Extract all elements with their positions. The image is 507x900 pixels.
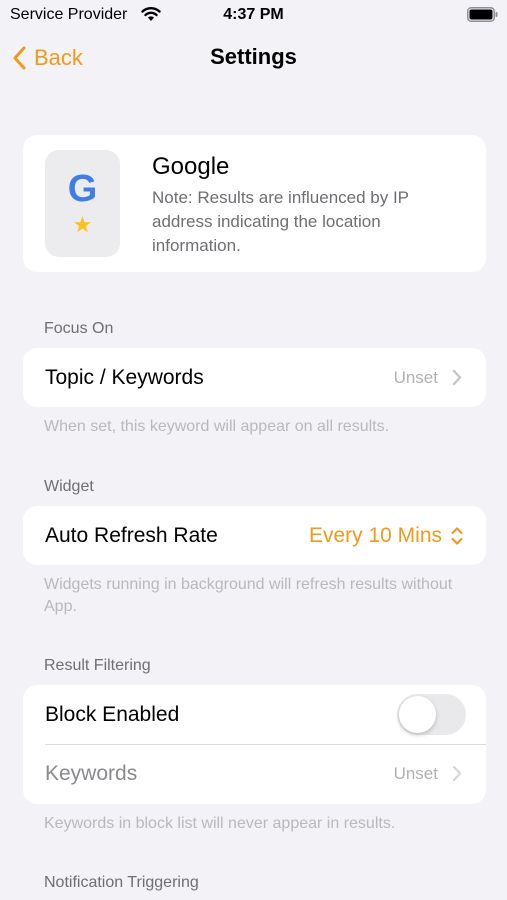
star-icon: ★ (72, 212, 93, 237)
result-filtering-group: Block Enabled Keywords Unset (23, 685, 486, 804)
block-enabled-label: Block Enabled (45, 702, 180, 726)
chevron-right-icon (452, 765, 462, 782)
auto-refresh-value[interactable]: Every 10 Mins (309, 524, 442, 548)
engine-note: Note: Results are influenced by IP addre… (152, 188, 409, 255)
chevron-up-down-icon (451, 527, 463, 545)
topic-keywords-row[interactable]: Topic / Keywords Unset (23, 348, 486, 407)
search-engine-card[interactable]: G ★ Google Note: Results are influenced … (23, 135, 486, 272)
topic-keywords-value: Unset (393, 367, 438, 387)
result-filtering-footer: Keywords in block list will never appear… (44, 815, 396, 832)
status-bar: Service Provider 4:37 PM (0, 0, 507, 30)
block-keywords-value: Unset (393, 763, 438, 783)
auto-refresh-row[interactable]: Auto Refresh Rate Every 10 Mins (23, 506, 486, 565)
block-keywords-label: Keywords (45, 761, 138, 785)
settings-screen: Service Provider 4:37 PM Back Settings G… (0, 0, 507, 900)
topic-keywords-label: Topic / Keywords (45, 365, 204, 389)
google-app-icon: G ★ (45, 150, 120, 257)
toggle-knob (399, 696, 436, 733)
section-header-notification: Notification Triggering (44, 874, 199, 891)
engine-name: Google (152, 153, 230, 180)
clock: 4:37 PM (223, 6, 284, 23)
battery-icon (467, 7, 498, 22)
focus-on-footer: When set, this keyword will appear on al… (44, 418, 390, 435)
section-header-widget: Widget (44, 478, 94, 495)
auto-refresh-label: Auto Refresh Rate (45, 523, 218, 547)
chevron-right-icon (452, 369, 462, 386)
block-keywords-row[interactable]: Keywords Unset (23, 744, 486, 803)
widget-footer: Widgets running in background will refre… (44, 576, 453, 615)
section-header-focus-on: Focus On (44, 320, 114, 337)
block-enabled-row: Block Enabled (23, 685, 486, 744)
google-logo-icon: G (67, 168, 98, 210)
block-enabled-toggle[interactable] (397, 694, 466, 735)
page-title: Settings (210, 44, 297, 69)
section-header-result-filtering: Result Filtering (44, 657, 151, 674)
focus-on-group: Topic / Keywords Unset (23, 348, 486, 407)
widget-group: Auto Refresh Rate Every 10 Mins (23, 506, 486, 565)
